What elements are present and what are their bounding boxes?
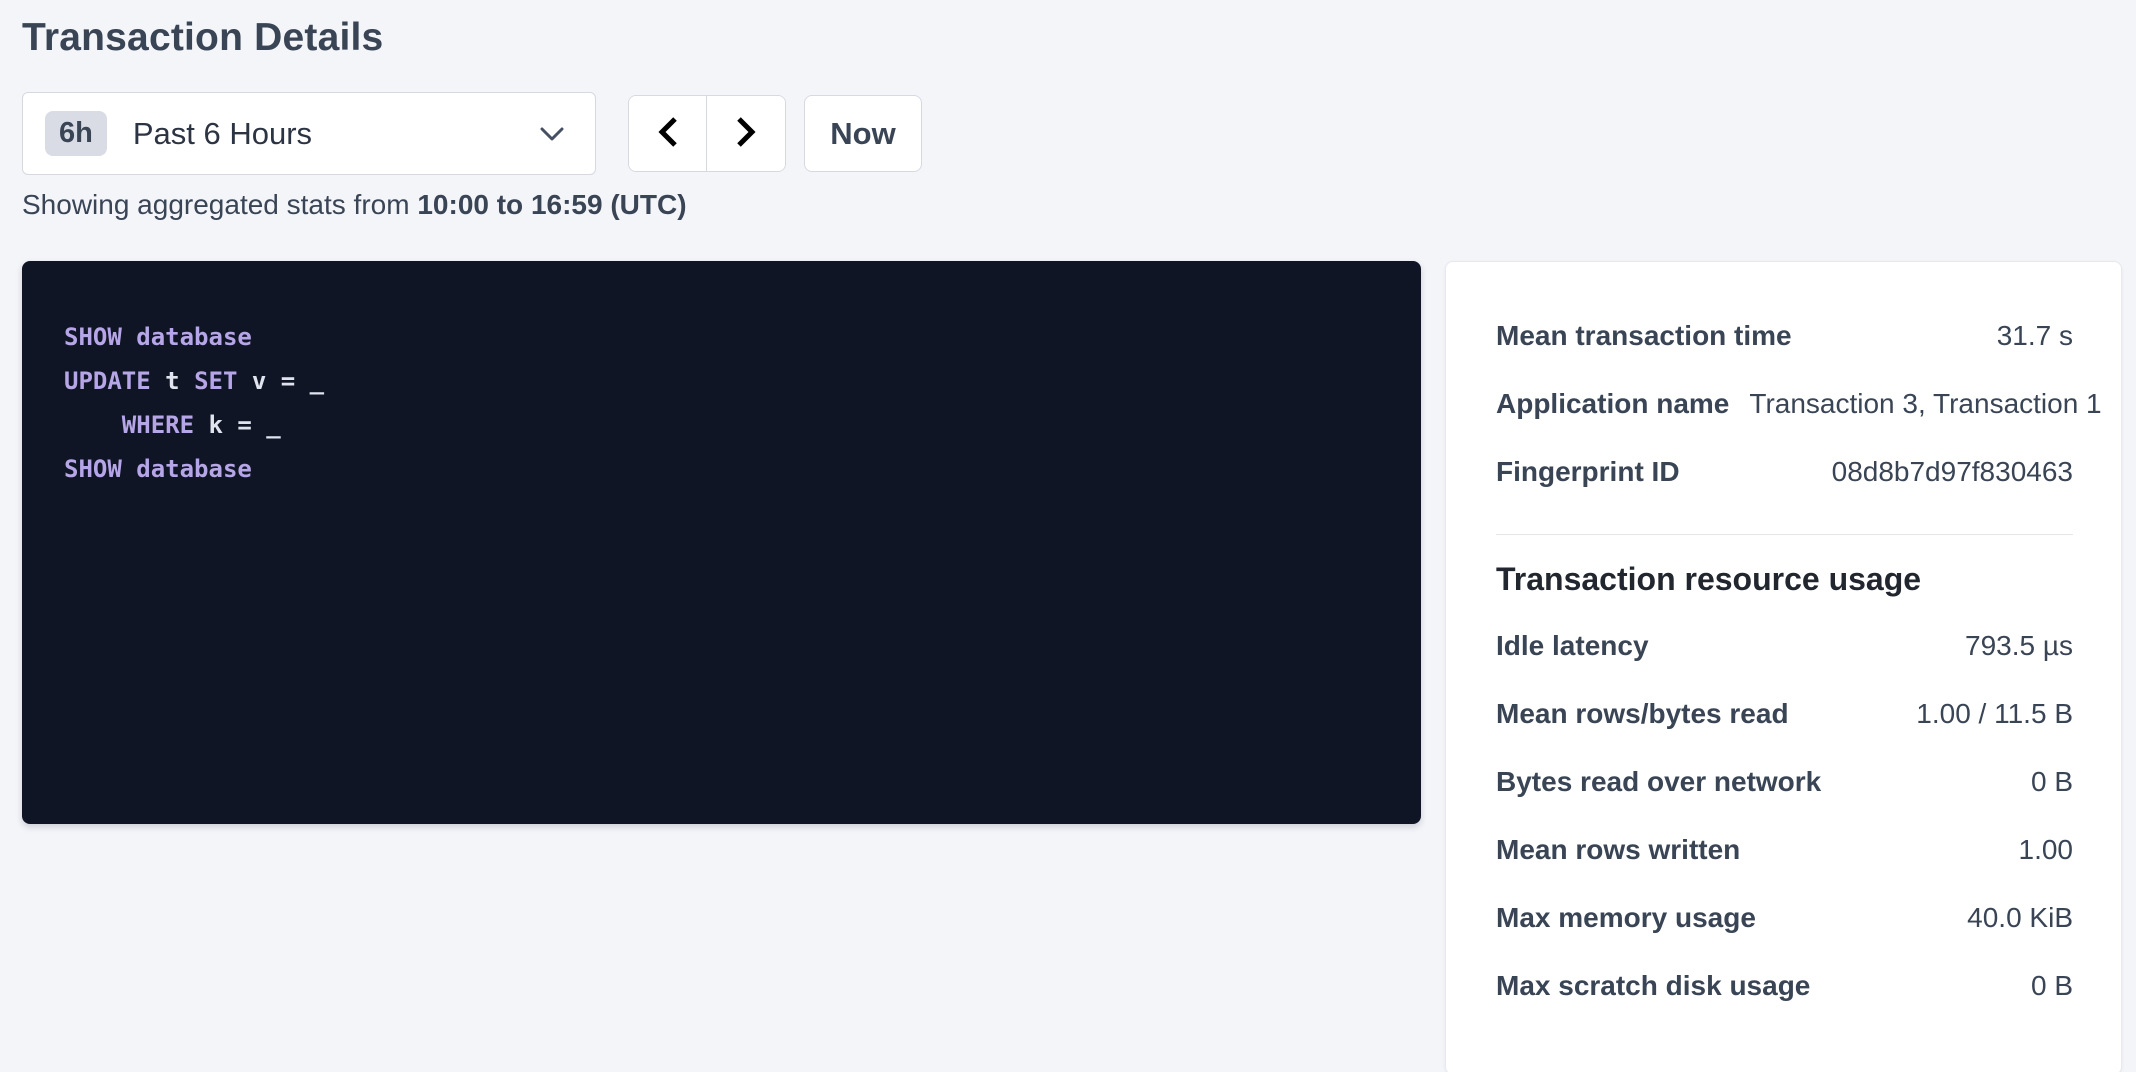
time-range-badge: 6h (45, 111, 107, 156)
chevron-down-icon (539, 126, 565, 142)
transaction-details-card: Mean transaction time 31.7 s Application n… (1445, 261, 2122, 1072)
now-button[interactable]: Now (804, 95, 922, 172)
detail-row: Idle latency 793.5 µs (1496, 612, 2073, 680)
detail-value: 0 B (2031, 766, 2073, 798)
detail-label: Fingerprint ID (1496, 456, 1680, 488)
page-title: Transaction Details (22, 16, 2136, 60)
detail-value: 1.00 / 11.5 B (1916, 698, 2073, 730)
detail-label: Mean rows written (1496, 834, 1740, 866)
detail-value: 08d8b7d97f830463 (1832, 456, 2073, 488)
detail-label: Mean rows/bytes read (1496, 698, 1789, 730)
detail-row: Max memory usage 40.0 KiB (1496, 884, 2073, 952)
sql-code-line: WHERE k = _ (64, 403, 1391, 447)
transaction-details-page: Transaction Details 6h Past 6 Hours (0, 0, 2136, 1072)
detail-label: Idle latency (1496, 630, 1649, 662)
summary-rows: Mean transaction time 31.7 s Application n… (1496, 302, 2073, 506)
caption-prefix: Showing aggregated stats from (22, 189, 417, 220)
detail-row: Max scratch disk usage 0 B (1496, 952, 2073, 1020)
detail-row: Fingerprint ID 08d8b7d97f830463 (1496, 438, 2073, 506)
time-controls: 6h Past 6 Hours (22, 92, 2136, 175)
aggregation-caption: Showing aggregated stats from 10:00 to 1… (22, 189, 2136, 221)
sql-code-line: UPDATE t SET v = _ (64, 359, 1391, 403)
detail-row: Mean rows/bytes read 1.00 / 11.5 B (1496, 680, 2073, 748)
next-range-button[interactable] (707, 96, 785, 171)
card-divider (1496, 534, 2073, 535)
prev-range-button[interactable] (629, 96, 707, 171)
detail-row: Mean rows written 1.00 (1496, 816, 2073, 884)
time-range-label: Past 6 Hours (133, 116, 312, 152)
detail-label: Max scratch disk usage (1496, 970, 1810, 1002)
detail-label: Max memory usage (1496, 902, 1756, 934)
detail-label: Bytes read over network (1496, 766, 1821, 798)
detail-label: Mean transaction time (1496, 320, 1792, 352)
chevron-right-icon (734, 115, 758, 152)
sql-statement-panel: SHOW databaseUPDATE t SET v = _ WHERE k … (22, 261, 1421, 824)
detail-value: 40.0 KiB (1967, 902, 2073, 934)
detail-value: Transaction 3, Transaction 1 (1749, 388, 2101, 420)
caption-time-range: 10:00 to 16:59 (UTC) (417, 189, 686, 220)
sql-code-line: SHOW database (64, 315, 1391, 359)
detail-value: 31.7 s (1997, 320, 2073, 352)
sql-code-line: SHOW database (64, 447, 1391, 491)
detail-row: Application nameTransaction 3, Transacti… (1496, 370, 2073, 438)
detail-row: Bytes read over network 0 B (1496, 748, 2073, 816)
detail-value: 0 B (2031, 970, 2073, 1002)
detail-value: 1.00 (2019, 834, 2074, 866)
detail-label: Application name (1496, 388, 1729, 420)
detail-row: Mean transaction time 31.7 s (1496, 302, 2073, 370)
main-content: SHOW databaseUPDATE t SET v = _ WHERE k … (22, 261, 2136, 1072)
chevron-left-icon (656, 115, 680, 152)
detail-value: 793.5 µs (1965, 630, 2073, 662)
time-range-select[interactable]: 6h Past 6 Hours (22, 92, 596, 175)
resource-usage-rows: Idle latency 793.5 µs Mean rows/bytes read… (1496, 612, 2073, 1020)
time-nav-group (628, 95, 786, 172)
resource-usage-heading: Transaction resource usage (1496, 561, 2073, 598)
